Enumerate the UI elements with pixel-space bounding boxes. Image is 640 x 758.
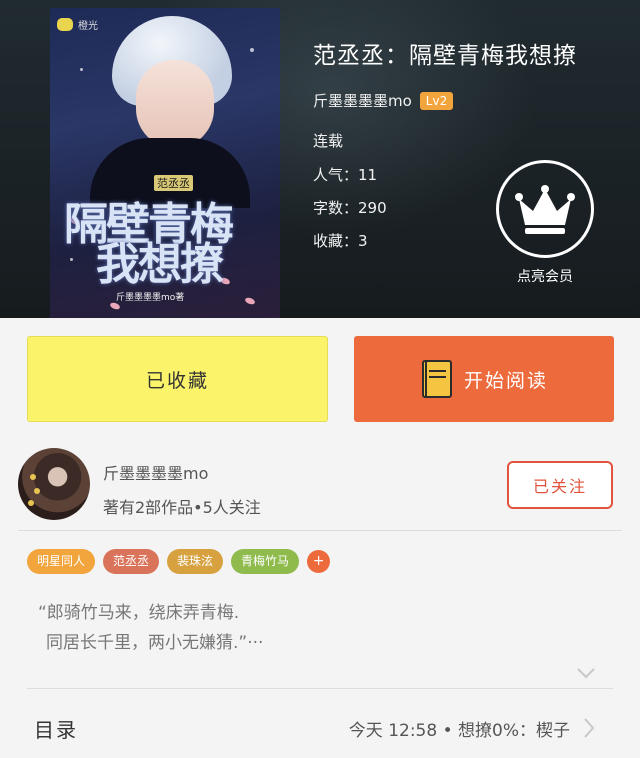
book-header: 橙光 范丞丞 隔壁青梅 我想撩 斤墨墨墨墨mo著 范丞丞：隔壁青梅我想撩 斤墨墨… (0, 0, 640, 318)
cover-sparkle (80, 68, 83, 71)
start-reading-button[interactable]: 开始阅读 (354, 336, 614, 422)
avatar[interactable] (18, 448, 90, 520)
crown-icon (496, 160, 594, 258)
level-badge: Lv2 (419, 91, 454, 110)
vip-label: 点亮会员 (517, 269, 573, 285)
book-favorites: 收藏：3 (313, 232, 368, 250)
book-intro[interactable]: “郎骑竹马来，绕床弄青梅. 同居长千里，两小无嫌猜.”··· (38, 598, 263, 658)
author-stats: 著有2部作品•5人关注 (103, 498, 261, 517)
chevron-down-icon[interactable] (576, 664, 596, 683)
book-popularity: 人气：11 (313, 166, 378, 184)
cover-sparkle (250, 48, 254, 52)
chevron-right-icon (583, 717, 595, 743)
cover-petal (244, 295, 256, 307)
tag-list: 明星同人 范丞丞 裴珠泫 青梅竹马 + (27, 549, 331, 574)
author-name[interactable]: 斤墨墨墨墨mo (103, 460, 208, 484)
tag-item[interactable]: 青梅竹马 (231, 549, 300, 574)
toc-label: 目录 (34, 718, 78, 742)
cover-sparkle (70, 258, 73, 261)
start-reading-label: 开始阅读 (463, 369, 548, 392)
divider (27, 688, 613, 689)
favorited-button[interactable]: 已收藏 (27, 336, 328, 422)
intro-line1: “郎骑竹马来，绕床弄青梅. (38, 603, 240, 623)
favorited-label: 已收藏 (145, 369, 209, 392)
book-word-count: 字数：290 (313, 199, 387, 217)
latest-chapter: 今天 12:58 • 想撩0%：楔子 (348, 721, 570, 741)
divider (18, 530, 622, 531)
tag-item[interactable]: 明星同人 (27, 549, 96, 574)
book-icon (420, 358, 454, 400)
author-card: 斤墨墨墨墨mo 著有2部作品•5人关注 已关注 (0, 440, 640, 532)
book-title: 范丞丞：隔壁青梅我想撩 (313, 43, 577, 69)
intro-line2: 同居长千里，两小无嫌猜.”··· (46, 633, 264, 653)
tag-item[interactable]: 范丞丞 (103, 549, 160, 574)
followed-button[interactable]: 已关注 (507, 461, 613, 509)
header-author-name[interactable]: 斤墨墨墨墨mo (313, 90, 412, 111)
vip-button[interactable]: 点亮会员 (495, 160, 595, 290)
cover-brand-text: 橙光 (78, 21, 98, 32)
cover-portrait-face (136, 60, 214, 148)
header-author[interactable]: 斤墨墨墨墨mo Lv2 (313, 90, 454, 111)
cover-title-line2: 我想撩 (96, 239, 224, 290)
tag-item[interactable]: 裴珠泫 (167, 549, 224, 574)
table-of-contents-row[interactable]: 目录 今天 12:58 • 想撩0%：楔子 (0, 700, 640, 758)
book-cover[interactable]: 橙光 范丞丞 隔壁青梅 我想撩 斤墨墨墨墨mo著 (50, 8, 280, 318)
book-status: 连载 (313, 132, 344, 150)
more-tags-button[interactable]: + (307, 550, 331, 573)
cover-author: 斤墨墨墨墨mo著 (116, 293, 185, 303)
cover-logo-icon (57, 18, 73, 31)
